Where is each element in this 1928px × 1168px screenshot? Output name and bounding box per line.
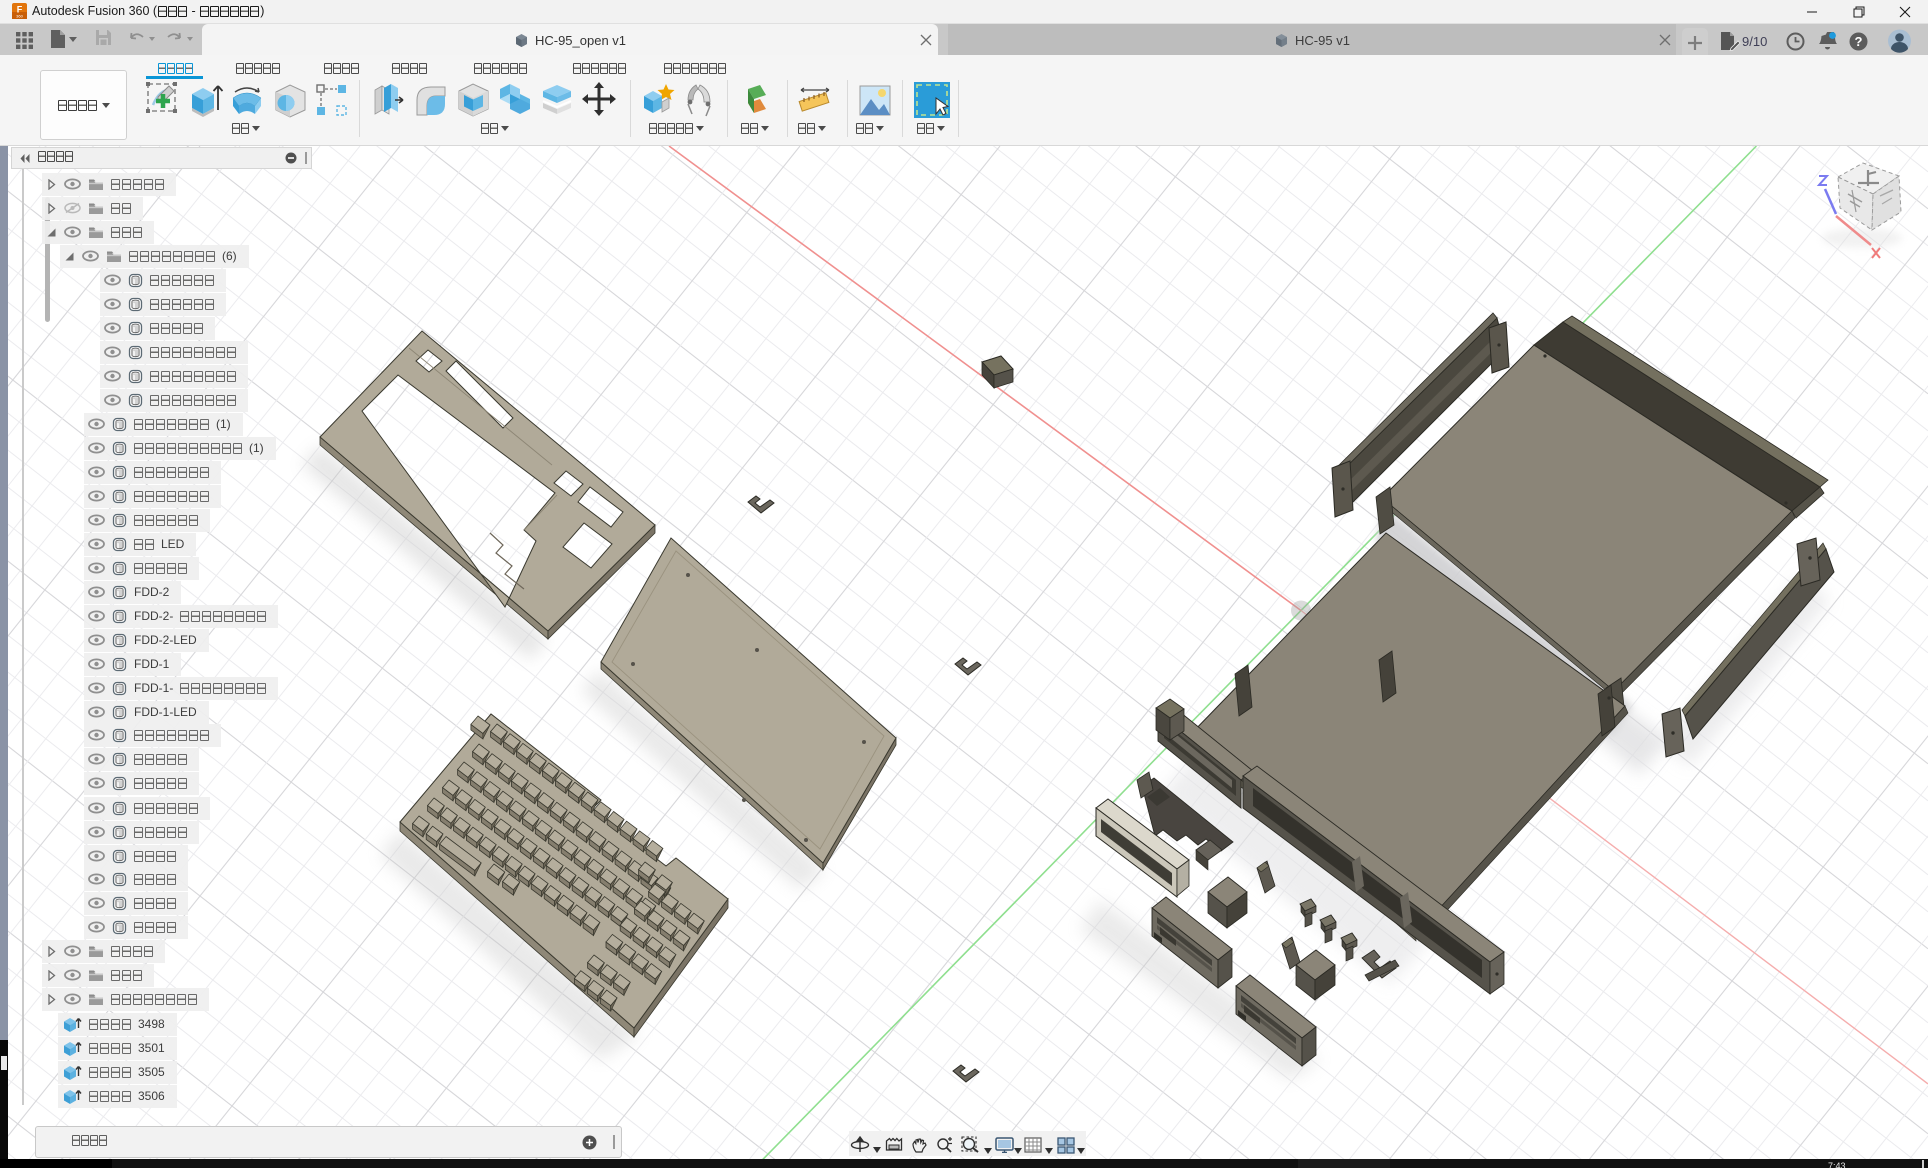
svg-text:?: ? — [1855, 34, 1863, 49]
svg-text:360: 360 — [16, 14, 23, 19]
